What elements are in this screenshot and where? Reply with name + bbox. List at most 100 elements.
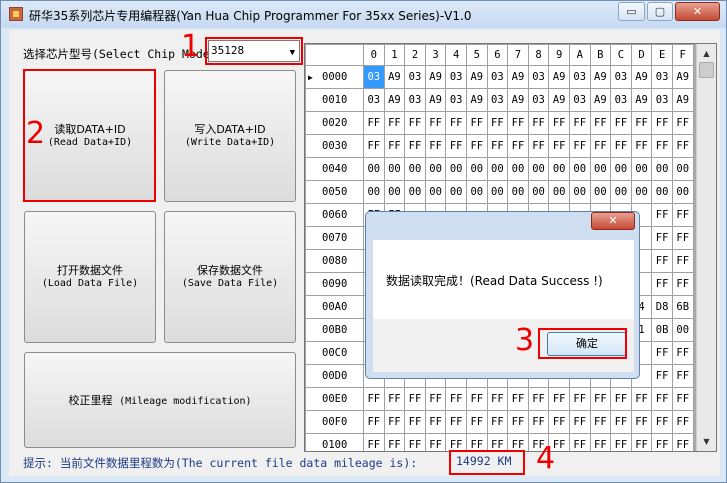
hex-cell[interactable]: FF <box>630 387 653 411</box>
hex-cell[interactable]: FF <box>404 111 426 135</box>
hex-cell[interactable]: A9 <box>630 65 653 89</box>
hex-cell[interactable]: FF <box>527 111 550 135</box>
row-address[interactable]: 0100 <box>305 433 364 451</box>
column-header[interactable]: 5 <box>465 44 488 66</box>
hex-cell[interactable]: FF <box>610 410 632 434</box>
hex-cell[interactable]: FF <box>671 226 694 250</box>
hex-cell[interactable]: FF <box>507 410 529 434</box>
hex-cell[interactable]: FF <box>651 364 673 388</box>
hex-cell[interactable]: FF <box>651 249 673 273</box>
hex-cell[interactable]: FF <box>610 433 632 451</box>
hex-cell[interactable]: 03 <box>568 88 591 112</box>
hex-cell[interactable]: FF <box>630 111 653 135</box>
hex-cell[interactable]: FF <box>548 134 570 158</box>
hex-cell[interactable]: A9 <box>424 88 447 112</box>
hex-cell[interactable]: FF <box>383 433 406 451</box>
save-data-file-button[interactable]: 保存数据文件 (Save Data File) <box>164 211 296 343</box>
hex-cell[interactable]: FF <box>589 134 612 158</box>
hex-cell[interactable]: FF <box>465 387 488 411</box>
hex-cell[interactable]: FF <box>671 203 694 227</box>
hex-cell[interactable]: FF <box>568 410 591 434</box>
hex-cell[interactable]: 00 <box>568 157 591 181</box>
hex-cell[interactable]: D8 <box>651 295 673 319</box>
hex-cell[interactable]: FF <box>383 134 406 158</box>
hex-cell[interactable]: FF <box>671 433 694 451</box>
scroll-up-icon[interactable]: ▲ <box>699 46 714 61</box>
hex-cell[interactable]: 00 <box>671 180 694 204</box>
table-row[interactable]: ▶ 0000 03 A9 03 A9 03 A9 03 A9 03 A9 03 A9 03 A9 03 A9 <box>305 65 694 89</box>
hex-cell[interactable]: FF <box>568 433 591 451</box>
row-address[interactable]: 00D0 <box>305 364 364 388</box>
hex-cell[interactable]: 03 <box>445 88 467 112</box>
hex-cell[interactable]: FF <box>651 433 673 451</box>
hex-cell[interactable]: FF <box>363 387 385 411</box>
scroll-thumb[interactable] <box>699 62 714 78</box>
hex-cell[interactable]: 03 <box>610 65 632 89</box>
column-header[interactable]: 8 <box>527 44 550 66</box>
hex-cell[interactable]: 00 <box>610 157 632 181</box>
hex-cell[interactable]: A9 <box>383 88 406 112</box>
hex-cell[interactable]: FF <box>630 433 653 451</box>
hex-cell[interactable]: FF <box>630 134 653 158</box>
hex-cell[interactable]: 03 <box>404 88 426 112</box>
hex-cell[interactable]: FF <box>507 134 529 158</box>
hex-cell[interactable]: FF <box>465 111 488 135</box>
hex-cell[interactable]: FF <box>589 387 612 411</box>
hex-cell[interactable]: FF <box>465 134 488 158</box>
hex-cell[interactable]: 03 <box>527 88 550 112</box>
hex-cell[interactable]: FF <box>363 410 385 434</box>
hex-cell[interactable]: FF <box>671 364 694 388</box>
column-header[interactable]: E <box>651 44 673 66</box>
hex-cell[interactable]: 00 <box>404 157 426 181</box>
hex-cell[interactable]: FF <box>527 134 550 158</box>
maximize-button[interactable]: ▢ <box>647 2 673 21</box>
hex-cell[interactable]: 00 <box>548 180 570 204</box>
title-bar[interactable]: 研华35系列芯片专用编程器(Yan Hua Chip Programmer Fo… <box>1 1 726 28</box>
row-address[interactable]: 0020 <box>305 111 364 135</box>
hex-cell[interactable]: A9 <box>383 65 406 89</box>
hex-cell[interactable]: A9 <box>589 65 612 89</box>
row-address[interactable]: 00B0 <box>305 318 364 342</box>
hex-cell[interactable]: FF <box>671 410 694 434</box>
hex-cell[interactable]: FF <box>404 387 426 411</box>
row-address[interactable]: ▶ 0000 <box>305 65 364 89</box>
hex-cell[interactable]: 00 <box>445 157 467 181</box>
hex-cell[interactable]: 00 <box>630 157 653 181</box>
hex-cell[interactable]: FF <box>610 111 632 135</box>
hex-cell[interactable]: FF <box>445 410 467 434</box>
column-header[interactable]: 2 <box>404 44 426 66</box>
hex-cell[interactable]: 00 <box>404 180 426 204</box>
hex-cell[interactable]: FF <box>651 410 673 434</box>
hex-cell[interactable]: A9 <box>465 88 488 112</box>
hex-cell[interactable]: FF <box>630 410 653 434</box>
hex-cell[interactable]: FF <box>548 387 570 411</box>
hex-cell[interactable]: FF <box>568 111 591 135</box>
hex-cell[interactable]: 03 <box>651 65 673 89</box>
table-row[interactable]: 0030 FF FF FF FF FF FF FF FF FF FF FF FF FF FF FF FF <box>305 134 694 158</box>
hex-cell[interactable]: FF <box>424 134 447 158</box>
hex-cell[interactable]: FF <box>651 341 673 365</box>
hex-cell[interactable]: 00 <box>610 180 632 204</box>
row-address[interactable]: 0050 <box>305 180 364 204</box>
hex-cell[interactable]: 00 <box>568 180 591 204</box>
table-row[interactable]: 0050 00 00 00 00 00 00 00 00 00 00 00 00 00 00 00 00 <box>305 180 694 204</box>
hex-cell[interactable]: 03 <box>445 65 467 89</box>
row-address[interactable]: 0040 <box>305 157 364 181</box>
hex-cell[interactable]: 00 <box>363 180 385 204</box>
hex-cell[interactable]: FF <box>424 433 447 451</box>
hex-cell[interactable]: FF <box>363 134 385 158</box>
hex-cell[interactable]: A9 <box>507 88 529 112</box>
hex-cell[interactable]: A9 <box>589 88 612 112</box>
hex-cell[interactable]: FF <box>486 111 509 135</box>
hex-cell[interactable]: 00 <box>630 180 653 204</box>
hex-cell[interactable]: 03 <box>527 65 550 89</box>
hex-cell[interactable]: A9 <box>671 65 694 89</box>
column-header[interactable]: 6 <box>486 44 509 66</box>
hex-cell[interactable]: FF <box>507 111 529 135</box>
column-header[interactable]: 3 <box>424 44 447 66</box>
table-row[interactable]: 0010 03 A9 03 A9 03 A9 03 A9 03 A9 03 A9 03 A9 03 A9 <box>305 88 694 112</box>
column-header[interactable]: B <box>589 44 612 66</box>
hex-cell[interactable]: FF <box>527 410 550 434</box>
hex-cell[interactable]: FF <box>424 111 447 135</box>
hex-cell[interactable]: 03 <box>651 88 673 112</box>
